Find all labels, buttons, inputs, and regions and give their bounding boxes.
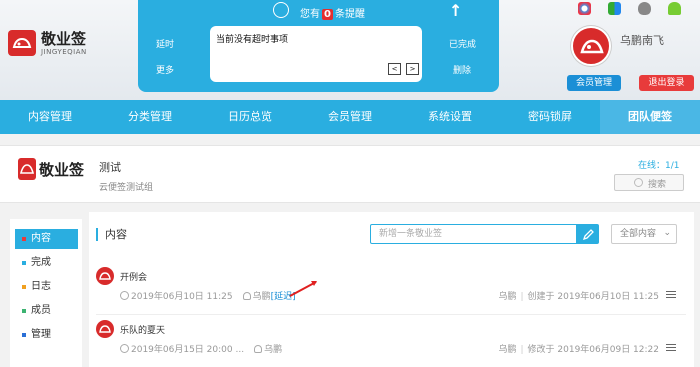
entry-title: 乐队的夏天 — [120, 326, 166, 336]
sidebar-item-members[interactable]: 成员 — [15, 301, 78, 321]
sidebar-item-log[interactable]: 日志 — [15, 277, 78, 297]
page-title: 内容 — [96, 228, 127, 241]
entry-info: 乌鹏 | 创建于 2019年06月10日 11:25 — [498, 292, 659, 302]
note-icon — [96, 267, 114, 285]
nav-settings[interactable]: 系统设置 — [400, 100, 500, 134]
android-icon[interactable] — [668, 2, 681, 15]
entry-meta: 2019年06月15日 20:00 ... 乌鹏 — [120, 342, 282, 355]
logo-name-en: JINGYEQIAN — [41, 47, 87, 56]
header: 敬业签 JINGYEQIAN 您有 0 条提醒 ↑ 延时 更多 已完成 删除 当前没… — [0, 0, 700, 100]
reminder-message-box: 当前没有超时事项 < > — [210, 26, 422, 82]
delete-button[interactable]: 删除 — [453, 63, 471, 76]
sidebar-item-completed[interactable]: 完成 — [15, 253, 78, 273]
search-placeholder: 搜索 — [648, 180, 667, 190]
sidebar-dot — [22, 237, 26, 241]
note-icon — [96, 320, 114, 338]
logo[interactable]: 敬业签 JINGYEQIAN — [8, 30, 87, 56]
user-icon — [254, 345, 263, 353]
search-input[interactable]: 搜索 — [614, 174, 684, 191]
reminder-title: 您有 0 条提醒 — [300, 9, 365, 20]
sidebar-dot — [22, 309, 26, 313]
username: 乌鹏南飞 — [620, 34, 664, 47]
menu-icon[interactable] — [666, 344, 676, 351]
online-count[interactable]: 在线：1/1 — [638, 158, 680, 171]
logo-name: 敬业签 — [41, 29, 87, 48]
reminder-count: 0 — [322, 9, 333, 20]
team-logo-icon — [18, 158, 36, 180]
collapse-arrow-icon[interactable]: ↑ — [449, 1, 462, 20]
logo-icon — [8, 30, 36, 56]
edit-icon — [583, 229, 594, 240]
team-logo: 敬业签 — [18, 158, 84, 180]
nav-membership[interactable]: 会员管理 — [300, 100, 400, 134]
reminder-panel: 您有 0 条提醒 ↑ 延时 更多 已完成 删除 当前没有超时事项 < > — [138, 0, 499, 92]
add-note-button[interactable] — [577, 224, 599, 244]
sidebar-item-manage[interactable]: 管理 — [15, 325, 78, 345]
clock-icon — [120, 344, 129, 353]
delay-tag[interactable]: [延迟] — [271, 292, 296, 302]
clock-icon — [120, 291, 129, 300]
more-button[interactable]: 更多 — [156, 63, 174, 76]
nav-team[interactable]: 团队便签 — [600, 100, 700, 134]
logout-button[interactable]: 退出登录 — [639, 75, 694, 91]
filter-select[interactable]: 全部内容 ⌄ — [611, 224, 677, 244]
nav-content[interactable]: 内容管理 — [0, 100, 100, 134]
bell-icon — [273, 2, 289, 18]
sidebar-dot — [22, 285, 26, 289]
team-description: 云便签测试组 — [99, 183, 154, 193]
sidebar-dot — [22, 333, 26, 337]
list-item[interactable]: 开例会 2019年06月10日 11:25 乌鹏[延迟] 乌鹏 | 创建于 2019年… — [89, 267, 694, 319]
next-button[interactable]: > — [406, 63, 419, 75]
team-name: 测试 — [99, 161, 121, 174]
prev-button[interactable]: < — [388, 63, 401, 75]
entry-title: 开例会 — [120, 273, 148, 283]
sidebar-dot — [22, 261, 26, 265]
delay-button[interactable]: 延时 — [156, 37, 174, 50]
team-card: 敬业签 测试 云便签测试组 在线：1/1 搜索 — [0, 145, 700, 203]
entry-info: 乌鹏 | 修改于 2019年06月09日 12:22 — [498, 345, 659, 355]
team-logo-name: 敬业签 — [39, 160, 85, 179]
completed-button[interactable]: 已完成 — [449, 37, 476, 50]
nav-calendar[interactable]: 日历总览 — [200, 100, 300, 134]
user-icon — [242, 292, 251, 300]
new-note-input[interactable]: 新增一条敬业签 — [370, 224, 577, 244]
apple-icon[interactable] — [638, 2, 651, 15]
nav-lock[interactable]: 密码锁屏 — [500, 100, 600, 134]
chevron-down-icon: ⌄ — [663, 228, 671, 238]
app-links — [578, 2, 693, 16]
list-item[interactable]: 乐队的夏天 2019年06月15日 20:00 ... 乌鹏 乌鹏 | 修改于 201… — [89, 320, 694, 367]
content-panel: 内容 新增一条敬业签 全部内容 ⌄ 开例会 2019年06月10日 11:25 乌… — [89, 212, 694, 367]
avatar[interactable] — [571, 26, 611, 66]
sidebar: 内容 完成 日志 成员 管理 — [10, 219, 82, 367]
windows-icon[interactable] — [608, 2, 621, 15]
main-nav: 内容管理 分类管理 日历总览 会员管理 系统设置 密码锁屏 团队便签 — [0, 100, 700, 134]
divider — [96, 314, 686, 315]
vip-manage-button[interactable]: 会员管理 — [567, 75, 621, 91]
menu-icon[interactable] — [666, 291, 676, 298]
reminder-message: 当前没有超时事项 — [216, 35, 289, 45]
chrome-icon[interactable] — [578, 2, 591, 15]
entry-meta: 2019年06月10日 11:25 乌鹏[延迟] — [120, 289, 296, 302]
search-icon — [634, 178, 643, 187]
sidebar-item-content[interactable]: 内容 — [15, 229, 78, 249]
nav-category[interactable]: 分类管理 — [100, 100, 200, 134]
